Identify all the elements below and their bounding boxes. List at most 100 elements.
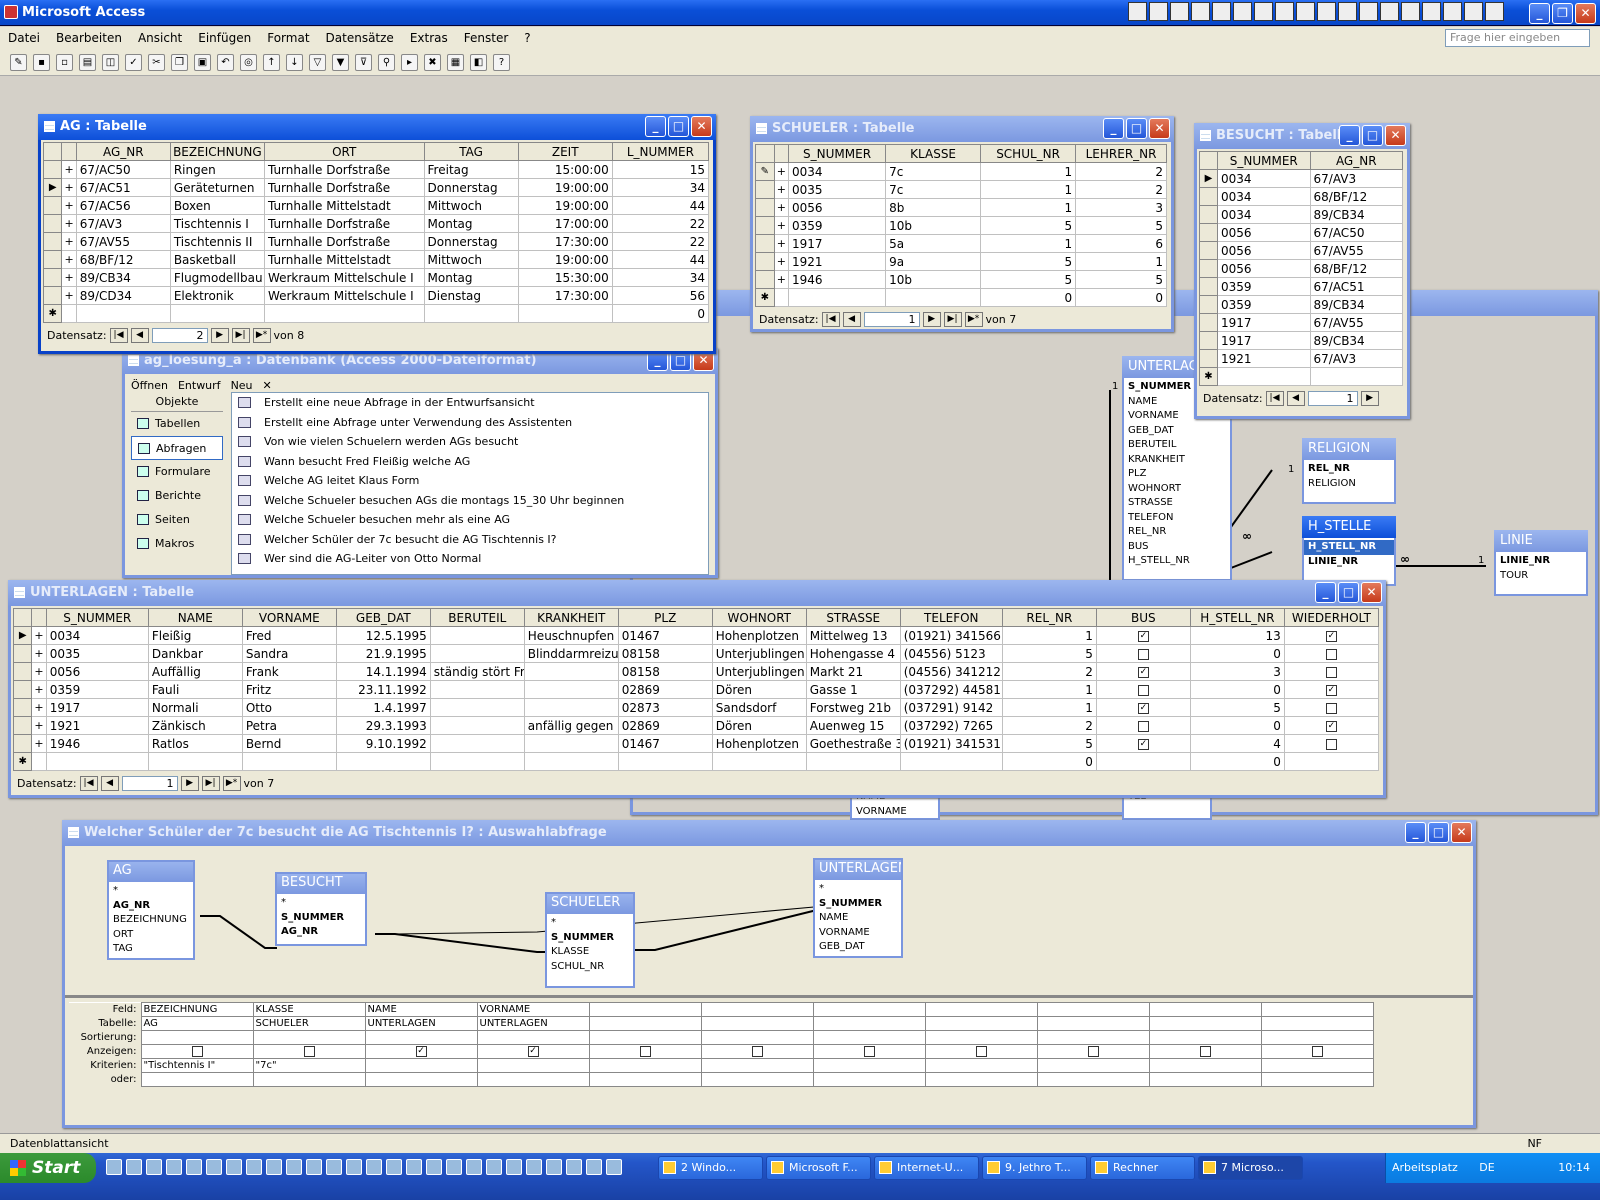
cell[interactable]: (01921) 341566 <box>899 626 1003 645</box>
grid-cell[interactable] <box>924 1072 1038 1087</box>
cell[interactable]: 10b <box>885 216 982 235</box>
cell[interactable]: Flugmodellbau <box>169 268 265 287</box>
row-selector[interactable] <box>12 644 33 663</box>
cell[interactable]: Otto <box>241 698 337 717</box>
cell[interactable] <box>429 698 525 717</box>
show-checkbox-cell[interactable] <box>924 1044 1038 1059</box>
cell[interactable]: Unterjublingen <box>711 644 807 663</box>
cell[interactable]: Normali <box>147 698 243 717</box>
cell[interactable]: 67/AC51 <box>1309 277 1403 296</box>
cell[interactable]: Blinddarmreizung <box>523 644 619 663</box>
grid-cell[interactable] <box>252 1072 366 1087</box>
grid-cell[interactable] <box>1036 1072 1150 1087</box>
show-checkbox[interactable] <box>191 1045 203 1057</box>
cell[interactable]: Sandsdorf <box>711 698 807 717</box>
grid-cell[interactable] <box>588 1002 702 1017</box>
cell[interactable]: (04556) 341212 <box>899 662 1003 681</box>
corner-cell[interactable] <box>1199 151 1218 170</box>
table-row[interactable]: +0359 Fauli Fritz 23.11.1992 02869 Dören Gasse… <box>12 680 1380 699</box>
new-row-marker[interactable]: ✱ <box>755 288 775 307</box>
table-row[interactable]: +0035 Dankbar Sandra 21.9.1995 Blinddarmreiz… <box>12 644 1380 663</box>
cell[interactable]: 1917 <box>1217 331 1311 350</box>
cell[interactable]: Montag <box>423 268 519 287</box>
grid-cell[interactable] <box>1148 1002 1262 1017</box>
cell[interactable]: Fred <box>241 626 337 645</box>
cell[interactable]: 1 <box>1001 680 1097 699</box>
field-item[interactable]: S_NUMMER <box>277 911 365 926</box>
grid-cell[interactable] <box>588 1030 702 1045</box>
table-row[interactable]: +0035 7c 1 2 <box>755 180 1167 199</box>
field-item[interactable]: NAME <box>815 911 901 926</box>
table-row[interactable]: +1921 Zänkisch Petra 29.3.1993 anfällig gege… <box>12 716 1380 735</box>
prev-record-button[interactable]: ◀ <box>1286 390 1305 406</box>
quicklaunch-icon[interactable] <box>586 1159 602 1175</box>
new-row-marker[interactable]: ✱ <box>1199 367 1218 386</box>
object-reports[interactable]: Berichte <box>131 484 223 508</box>
cell[interactable]: 12.5.1995 <box>335 626 431 645</box>
field-item[interactable]: STRASSE <box>1124 496 1230 511</box>
cell[interactable]: 0 <box>1075 288 1167 307</box>
cell[interactable]: 1921 <box>1217 349 1311 368</box>
grid-cell[interactable] <box>364 1072 478 1087</box>
cell[interactable]: 34 <box>611 178 710 197</box>
quicklaunch-icon[interactable] <box>226 1159 242 1175</box>
task-button-active[interactable]: 7 Microso... <box>1198 1156 1303 1180</box>
field-linie-nr[interactable]: LINIE_NR <box>1304 555 1394 570</box>
cell[interactable]: 34 <box>611 268 710 287</box>
cell[interactable]: Werkraum Mittelschule I <box>263 286 425 305</box>
clock[interactable]: 10:14 <box>1558 1153 1590 1183</box>
cell[interactable]: Goethestraße 3 <box>805 734 901 753</box>
column-header[interactable]: WOHNORT <box>711 608 807 627</box>
table-row[interactable]: 1921 67/AV3 <box>1199 349 1403 368</box>
grid-cell[interactable] <box>476 1072 590 1087</box>
row-selector[interactable] <box>12 680 33 699</box>
cell[interactable]: 5 <box>1075 216 1167 235</box>
first-record-button[interactable]: |◀ <box>821 311 840 327</box>
column-header[interactable]: KLASSE <box>885 144 982 163</box>
checkbox[interactable]: ✓ <box>1325 684 1337 696</box>
grid-cell[interactable] <box>588 1072 702 1087</box>
first-record-button[interactable]: |◀ <box>1265 390 1284 406</box>
cell[interactable]: Mittwoch <box>423 196 519 215</box>
quicklaunch-icon[interactable] <box>246 1159 262 1175</box>
field-item[interactable]: WOHNORT <box>1124 482 1230 497</box>
query-table-box[interactable]: AG * AG_NR BEZEICHNUNG ORT TAG <box>107 860 195 960</box>
quicklaunch-icon[interactable] <box>506 1159 522 1175</box>
cell[interactable]: 01467 <box>617 626 713 645</box>
cell[interactable]: Forstweg 21b <box>805 698 901 717</box>
cell[interactable]: Heuschnupfen <box>523 626 619 645</box>
grid-cell[interactable]: AG <box>140 1016 254 1031</box>
grid-cell[interactable] <box>700 1072 814 1087</box>
table-row[interactable]: +1946 Ratlos Bernd 9.10.1992 01467 Hohenplotz… <box>12 734 1380 753</box>
grid-cell[interactable] <box>364 1058 478 1073</box>
last-record-button[interactable]: ▶| <box>201 775 220 791</box>
new-row-marker[interactable]: ✱ <box>42 304 63 323</box>
column-header[interactable]: GEB_DAT <box>335 608 431 627</box>
expand-icon[interactable]: + <box>773 234 790 253</box>
show-checkbox[interactable] <box>1199 1045 1211 1057</box>
checkbox-cell[interactable]: ✓ <box>1283 626 1380 645</box>
unterlagen-datasheet[interactable]: S_NUMMER NAME VORNAME GEB_DAT BERUTEIL KRANKH… <box>12 608 1380 771</box>
cell[interactable] <box>429 680 525 699</box>
cell[interactable]: 67/AC50 <box>75 160 171 179</box>
delete-icon[interactable]: ✕ <box>263 379 272 392</box>
cell[interactable] <box>885 288 982 307</box>
expand-icon[interactable]: + <box>773 216 790 235</box>
quicklaunch-icon[interactable] <box>366 1159 382 1175</box>
table-row[interactable]: +1921 9a 5 1 <box>755 252 1167 271</box>
grid-cell[interactable] <box>1260 1030 1374 1045</box>
quicklaunch-icon[interactable] <box>346 1159 362 1175</box>
expand-icon[interactable]: + <box>61 178 77 197</box>
cell[interactable]: 68/BF/12 <box>1309 259 1403 278</box>
cell[interactable]: 67/AV55 <box>1309 241 1403 260</box>
grid-cell[interactable] <box>812 1058 926 1073</box>
cell[interactable]: 22 <box>611 214 710 233</box>
cell[interactable]: Fritz <box>241 680 337 699</box>
cell[interactable]: Elektronik <box>169 286 265 305</box>
new-row[interactable]: ✱ 0 0 <box>12 752 1380 771</box>
cell[interactable]: anfällig gegen E <box>523 716 619 735</box>
cell[interactable]: Mittwoch <box>423 250 519 269</box>
query-list-item[interactable]: Erstellt eine neue Abfrage in der Entwur… <box>232 393 708 413</box>
cell[interactable] <box>75 304 171 323</box>
field-item[interactable]: TELEFON <box>1124 511 1230 526</box>
